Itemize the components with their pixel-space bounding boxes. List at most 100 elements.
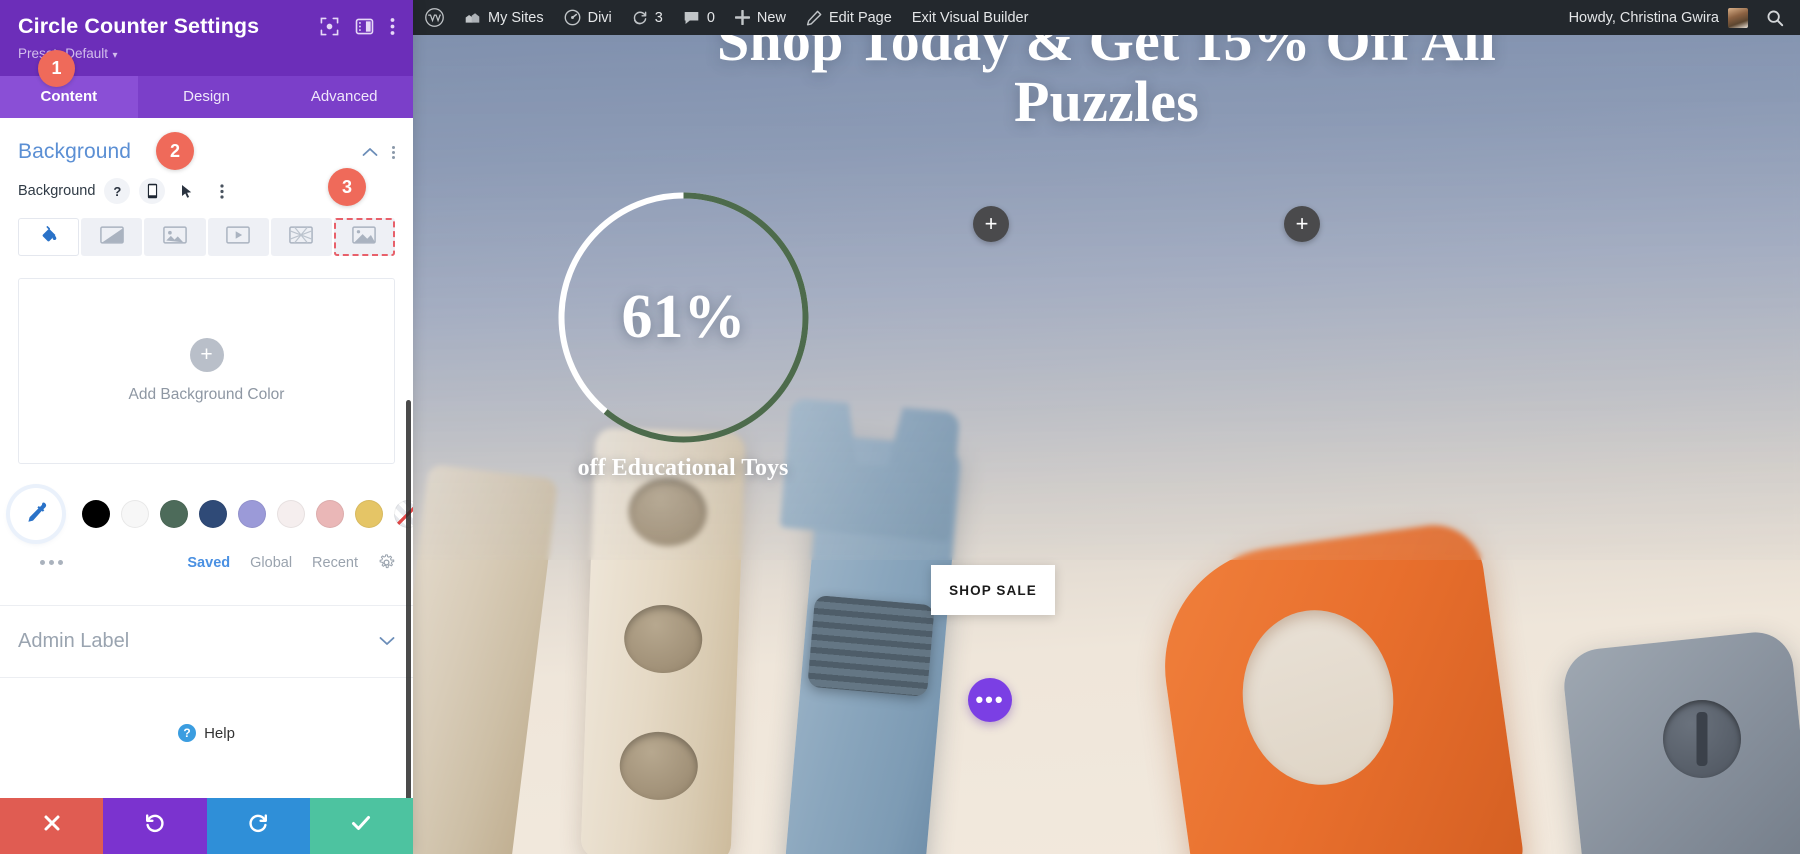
panel-body: Background Background ? + Add Background… bbox=[0, 118, 413, 798]
paint-bucket-icon bbox=[38, 224, 60, 251]
section-title: Background bbox=[18, 140, 132, 163]
cancel-button[interactable] bbox=[0, 798, 104, 854]
gradient-icon bbox=[99, 225, 124, 249]
photo-hole bbox=[627, 476, 708, 548]
close-icon bbox=[42, 813, 62, 839]
gear-icon[interactable] bbox=[378, 554, 395, 571]
adminbar-search[interactable] bbox=[1756, 0, 1800, 35]
background-mask-tab[interactable] bbox=[333, 218, 396, 256]
question-mark-icon[interactable]: ? bbox=[104, 178, 131, 204]
adminbar-new[interactable]: New bbox=[725, 0, 796, 35]
save-button[interactable] bbox=[309, 798, 413, 854]
background-type-tabs bbox=[18, 218, 396, 256]
add-background-color-button[interactable]: + Add Background Color bbox=[18, 278, 395, 464]
cursor-arrow-icon[interactable] bbox=[174, 178, 200, 204]
image-icon bbox=[163, 225, 187, 249]
saved-colors-link[interactable]: Saved bbox=[187, 555, 230, 571]
video-icon bbox=[226, 225, 250, 249]
adminbar-wordpress-logo[interactable] bbox=[413, 0, 454, 35]
adminbar-new-label: New bbox=[756, 9, 786, 26]
swatch-black[interactable] bbox=[81, 500, 110, 528]
checkmark-icon bbox=[350, 812, 372, 840]
background-color-tab[interactable] bbox=[18, 218, 80, 256]
more-swatches-icon[interactable] bbox=[40, 560, 63, 565]
swatch-white[interactable] bbox=[120, 500, 149, 528]
pattern-icon bbox=[289, 225, 314, 249]
photo-wrench-grip bbox=[807, 594, 935, 698]
photo-wood-stick bbox=[413, 463, 559, 854]
swatch-gold[interactable] bbox=[354, 500, 383, 528]
step-marker-3: 3 bbox=[328, 168, 366, 206]
circle-counter-label: off Educational Toys bbox=[577, 455, 789, 481]
eyedropper-button[interactable] bbox=[10, 488, 62, 540]
redo-icon bbox=[247, 812, 269, 840]
adminbar-divi[interactable]: Divi bbox=[554, 0, 622, 35]
tab-design[interactable]: Design bbox=[138, 76, 276, 118]
plus-icon: + bbox=[189, 338, 224, 372]
recent-colors-link[interactable]: Recent bbox=[312, 555, 358, 571]
section-kebab-menu-icon[interactable] bbox=[392, 145, 395, 159]
circle-counter: 61% bbox=[551, 185, 816, 450]
adminbar-exit-label: Exit Visual Builder bbox=[911, 9, 1029, 26]
module-options-button[interactable]: ••• bbox=[968, 678, 1012, 722]
color-picker-meta-row: Saved Global Recent bbox=[18, 554, 395, 571]
photo-gray-screw bbox=[1663, 700, 1741, 778]
help-link[interactable]: ? Help bbox=[0, 724, 413, 742]
tab-advanced[interactable]: Advanced bbox=[275, 76, 413, 118]
background-image-tab[interactable] bbox=[144, 218, 206, 256]
eyedropper-icon bbox=[24, 500, 48, 529]
global-colors-link[interactable]: Global bbox=[250, 555, 292, 571]
screen-root: Shop Today & Get 15% Off All Puzzles 61%… bbox=[0, 0, 1800, 854]
background-gradient-tab[interactable] bbox=[81, 218, 143, 256]
add-module-button-left[interactable]: + bbox=[973, 206, 1009, 242]
photo-wood-plank bbox=[580, 427, 746, 854]
adminbar-divi-label: Divi bbox=[587, 9, 612, 26]
chevron-down-icon[interactable] bbox=[379, 634, 395, 649]
background-video-tab[interactable] bbox=[207, 218, 269, 256]
swatch-periwinkle[interactable] bbox=[237, 500, 266, 528]
adminbar-comments[interactable]: 0 bbox=[673, 0, 725, 35]
adminbar-howdy-label: Howdy, Christina Gwira bbox=[1568, 9, 1719, 26]
layout-toggle-icon[interactable] bbox=[355, 17, 374, 36]
chevron-up-icon[interactable] bbox=[362, 145, 378, 160]
adminbar-my-sites-label: My Sites bbox=[488, 9, 544, 26]
add-module-button-right[interactable]: + bbox=[1284, 206, 1320, 242]
swatch-pink[interactable] bbox=[315, 500, 344, 528]
background-pattern-tab[interactable] bbox=[270, 218, 332, 256]
adminbar-comments-count: 0 bbox=[706, 9, 715, 26]
swatch-green[interactable] bbox=[159, 500, 188, 528]
photo-hole bbox=[618, 730, 699, 802]
shop-sale-button[interactable]: SHOP SALE bbox=[931, 565, 1055, 615]
undo-button[interactable] bbox=[103, 798, 207, 854]
adminbar-edit-page-label: Edit Page bbox=[828, 9, 892, 26]
background-field-label: Background bbox=[18, 183, 96, 199]
search-icon bbox=[1766, 9, 1784, 27]
mask-icon bbox=[352, 225, 377, 249]
chevron-down-icon: ▾ bbox=[112, 50, 118, 61]
step-marker-1: 1 bbox=[38, 50, 75, 87]
undo-icon bbox=[144, 812, 166, 840]
redo-button[interactable] bbox=[206, 798, 310, 854]
swatch-navy[interactable] bbox=[198, 500, 227, 528]
adminbar-exit-visual-builder[interactable]: Exit Visual Builder bbox=[902, 0, 1039, 35]
tab-content[interactable]: Content bbox=[0, 76, 138, 118]
admin-label-divider bbox=[0, 677, 413, 678]
adminbar-updates[interactable]: 3 bbox=[622, 0, 673, 35]
adminbar-my-sites[interactable]: My Sites bbox=[454, 0, 554, 35]
mobile-icon[interactable] bbox=[139, 178, 166, 204]
adminbar-edit-page[interactable]: Edit Page bbox=[796, 0, 902, 35]
kebab-menu-icon[interactable] bbox=[390, 17, 395, 36]
adminbar-account[interactable]: Howdy, Christina Gwira bbox=[1559, 0, 1756, 35]
swatch-offwhite[interactable] bbox=[276, 500, 305, 528]
field-kebab-menu-icon[interactable] bbox=[209, 178, 235, 204]
focus-module-icon[interactable] bbox=[320, 17, 339, 36]
admin-label-section[interactable]: Admin Label bbox=[0, 606, 413, 677]
my-sites-icon bbox=[464, 10, 481, 25]
wordpress-admin-bar: My Sites Divi 3 0 New Edit Page Exit Vis… bbox=[413, 0, 1800, 35]
panel-title: Circle Counter Settings bbox=[18, 14, 260, 38]
module-settings-panel: Circle Counter Settings Preset: Default bbox=[0, 0, 413, 854]
avatar bbox=[1728, 7, 1748, 28]
wordpress-logo-icon bbox=[425, 8, 444, 27]
divi-icon bbox=[564, 9, 581, 26]
question-mark-icon: ? bbox=[178, 724, 197, 742]
